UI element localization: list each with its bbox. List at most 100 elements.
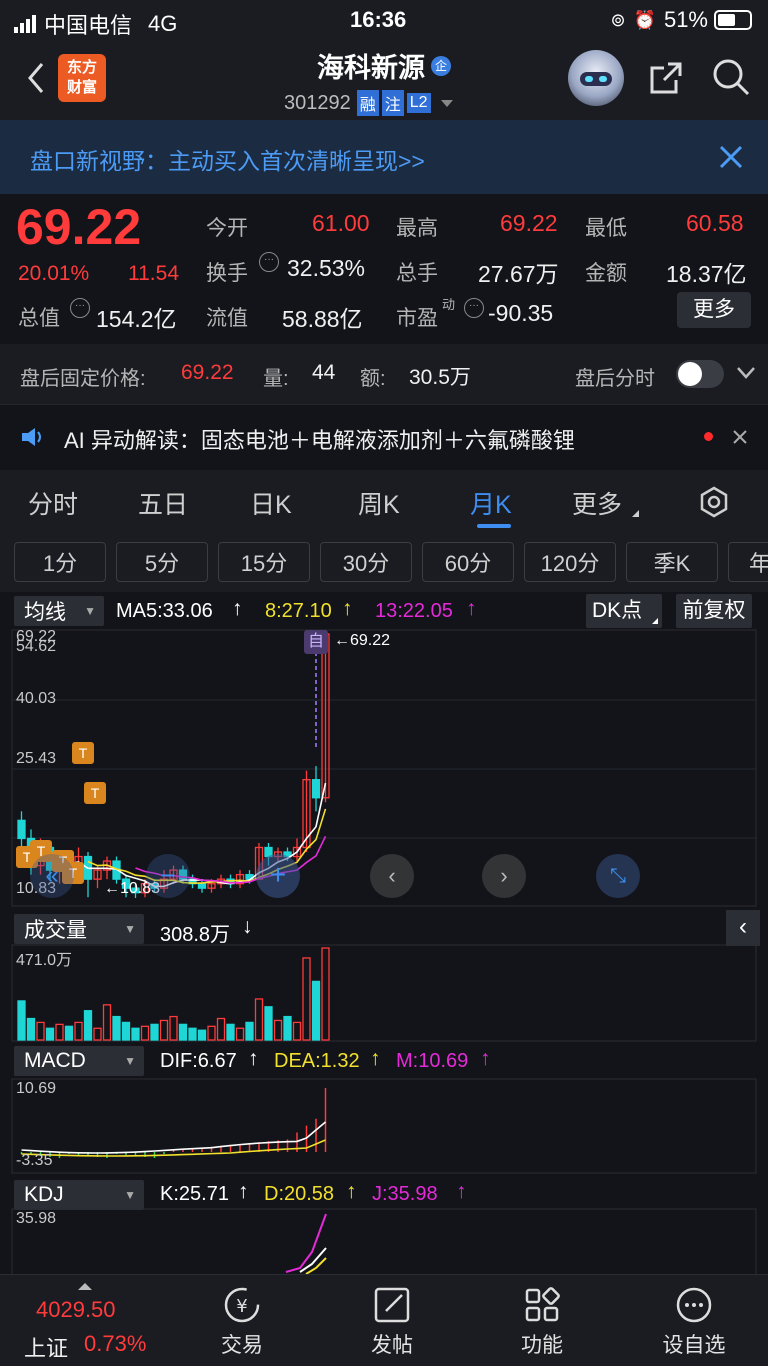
- volume-svg: [11, 944, 757, 1042]
- caret-icon: ▼: [84, 604, 96, 618]
- interval-60min[interactable]: 60分: [422, 542, 514, 582]
- chevron-down-icon[interactable]: [440, 99, 453, 107]
- battery-icon: [714, 10, 752, 30]
- up-arrow-icon: ↑: [232, 597, 243, 620]
- dk-point-button[interactable]: DK点: [586, 594, 662, 628]
- ma8-value: 8:27.10: [265, 600, 332, 622]
- t-tag[interactable]: T: [84, 782, 106, 804]
- tag-l2: L2: [406, 93, 431, 113]
- after-intraday-toggle[interactable]: [676, 360, 724, 388]
- macd-svg: [11, 1078, 757, 1174]
- interval-120min[interactable]: 120分: [524, 542, 616, 582]
- rewind-icon[interactable]: «: [30, 854, 74, 898]
- info-icon[interactable]: ···: [259, 252, 279, 272]
- info-icon[interactable]: ···: [70, 298, 90, 318]
- max-price-value: 69.22: [350, 632, 391, 649]
- nav-functions[interactable]: 功能: [512, 1285, 572, 1359]
- interval-quarter-k[interactable]: 季K: [626, 542, 718, 582]
- zoom-out-icon[interactable]: −: [146, 854, 190, 898]
- banner-text[interactable]: 盘口新视野：主动买入首次清晰呈现>>: [30, 142, 425, 176]
- macd-indicator-select[interactable]: MACD ▼: [14, 1046, 144, 1076]
- close-icon[interactable]: [718, 144, 744, 175]
- share-icon[interactable]: [646, 58, 686, 103]
- t-tag[interactable]: T: [72, 742, 94, 764]
- volume-bar: [207, 1025, 216, 1041]
- ma5-value: MA5:33.06: [116, 600, 213, 622]
- candle-body: [311, 779, 321, 799]
- after-label: 盘后固定价格:: [20, 368, 146, 390]
- tab-five-day[interactable]: 五日: [138, 485, 188, 521]
- macd-chart[interactable]: 10.69 -3.35: [0, 1078, 768, 1174]
- interval-1min[interactable]: 1分: [14, 542, 106, 582]
- chevron-down-icon[interactable]: [736, 366, 756, 385]
- lock-rotation-icon: ⊚: [610, 9, 626, 30]
- tab-weekly-k[interactable]: 周K: [358, 485, 400, 521]
- interval-year-k[interactable]: 年: [728, 542, 768, 582]
- logo-line-1: 东方: [66, 59, 97, 76]
- chevron-right-icon[interactable]: ›: [482, 854, 526, 898]
- after-price: 69.22: [181, 361, 234, 384]
- change-percent: 20.01%: [18, 262, 90, 285]
- alarm-icon: ⏰: [633, 9, 656, 30]
- info-icon[interactable]: ···: [464, 298, 484, 318]
- volume-bar: [45, 1027, 55, 1041]
- logo-line-2: 财富: [66, 79, 97, 96]
- volume-bar: [245, 1021, 254, 1041]
- volume-bar: [150, 1023, 159, 1041]
- more-button[interactable]: 更多: [677, 292, 751, 328]
- interval-15min[interactable]: 15分: [218, 542, 310, 582]
- turnover-label: 换手: [206, 262, 248, 285]
- stock-name: 海科新源: [317, 53, 425, 83]
- nav-watchlist-label: 设自选: [662, 1334, 726, 1357]
- after-intraday-label: 盘后分时: [575, 368, 655, 390]
- after-amt-label: 额:: [360, 368, 386, 390]
- after-amt: 30.5万: [409, 366, 471, 389]
- carrier: 中国电信: [44, 13, 133, 38]
- up-arrow-icon: ↑: [466, 597, 477, 620]
- kdj-indicator-select[interactable]: KDJ ▼: [14, 1180, 144, 1210]
- collapse-panel-button[interactable]: ‹: [726, 910, 760, 946]
- interval-30min[interactable]: 30分: [320, 542, 412, 582]
- candle-body: [197, 883, 207, 889]
- promo-banner[interactable]: 盘口新视野：主动买入首次清晰呈现>>: [0, 120, 768, 194]
- nav-post[interactable]: 发帖: [362, 1285, 422, 1359]
- zoom-in-icon[interactable]: +: [256, 854, 300, 898]
- volume-bar: [292, 1021, 302, 1041]
- ma-indicator-label: 均线: [24, 601, 66, 624]
- adjust-button[interactable]: 前复权: [676, 594, 752, 628]
- fullscreen-icon[interactable]: ⤡: [596, 854, 640, 898]
- volume-bar: [311, 980, 321, 1041]
- robot-avatar-icon[interactable]: [568, 50, 624, 106]
- tab-intraday[interactable]: 分时: [28, 485, 78, 521]
- kline-chart-area[interactable]: 均线 ▼ MA5:33.06 ↑ 8:27.10 ↑ 13:22.05 ↑ DK点…: [0, 592, 768, 1280]
- app-logo[interactable]: 东方 财富: [58, 54, 106, 102]
- ma-indicator-select[interactable]: 均线 ▼: [14, 596, 104, 626]
- volume-label: 总手: [396, 262, 438, 285]
- quote-panel: 69.22 20.01% 11.54 今开 61.00 最高 69.22 最低 …: [0, 194, 768, 344]
- back-icon[interactable]: [22, 58, 52, 98]
- volume-chart[interactable]: 471.0万: [0, 944, 768, 1042]
- kdj-ymax: 35.98: [16, 1210, 57, 1227]
- main-chart[interactable]: 69.22 54.62 40.03 25.43 10.83 自 ←69.22 ←…: [0, 628, 768, 908]
- index-widget[interactable]: 4029.50 上证 0.73%: [0, 1275, 170, 1366]
- after-vol-label: 量:: [263, 368, 289, 390]
- amount-value: 18.37亿: [666, 261, 747, 287]
- volume-indicator-select[interactable]: 成交量 ▼: [14, 914, 144, 944]
- chevron-left-icon[interactable]: ‹: [370, 854, 414, 898]
- ai-text[interactable]: AI 异动解读：固态电池＋电解液添加剂＋六氟磷酸锂: [64, 423, 575, 455]
- tab-daily-k[interactable]: 日K: [250, 485, 292, 521]
- nav-trade[interactable]: ¥ 交易: [212, 1285, 272, 1359]
- interval-5min[interactable]: 5分: [116, 542, 208, 582]
- search-icon[interactable]: [710, 56, 752, 103]
- period-tabs: 分时 五日 日K 周K 月K 更多: [0, 470, 768, 534]
- gear-icon[interactable]: [698, 486, 730, 523]
- nav-watchlist[interactable]: 设自选: [654, 1285, 734, 1359]
- volume-bar: [102, 1004, 112, 1041]
- volume-value: 27.67万: [478, 261, 559, 287]
- tab-monthly-k[interactable]: 月K: [470, 485, 512, 521]
- tab-more[interactable]: 更多: [572, 485, 622, 521]
- close-icon[interactable]: [732, 429, 748, 450]
- ai-insight-bar[interactable]: AI 异动解读：固态电池＋电解液添加剂＋六氟磷酸锂: [0, 404, 768, 468]
- low-value: 60.58: [686, 210, 744, 236]
- kdj-chart[interactable]: 35.98: [0, 1208, 768, 1280]
